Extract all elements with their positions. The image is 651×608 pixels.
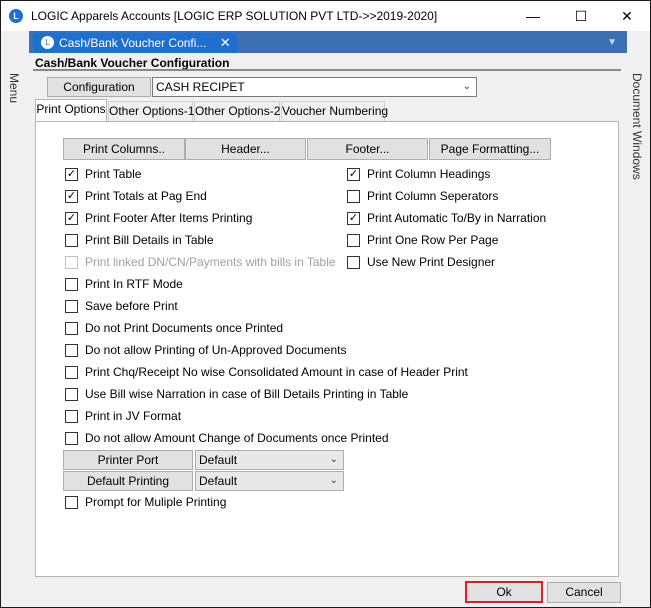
menu-label[interactable]: Menu: [7, 73, 21, 103]
checkbox[interactable]: [65, 322, 78, 335]
checkbox[interactable]: [65, 344, 78, 357]
chevron-down-icon: ⌄: [329, 475, 338, 486]
option-label: Save before Print: [85, 299, 178, 313]
ok-button[interactable]: Ok: [465, 581, 543, 603]
checkbox[interactable]: [65, 278, 78, 291]
chevron-down-icon: ⌄: [329, 454, 338, 465]
document-tab-label: Cash/Bank Voucher Confi...: [59, 36, 207, 50]
footer-button[interactable]: Footer...: [307, 138, 428, 160]
configuration-select[interactable]: CASH RECIPET ⌄: [152, 77, 477, 97]
window-title: LOGIC Apparels Accounts [LOGIC ERP SOLUT…: [31, 9, 438, 23]
app-logo-icon: L: [9, 9, 23, 23]
checkbox[interactable]: [347, 234, 360, 247]
option-label: Print in JV Format: [85, 409, 182, 423]
document-tab-bar: L Cash/Bank Voucher Confi... ✕ ▼: [29, 31, 627, 53]
checkbox[interactable]: [65, 300, 78, 313]
option-label: Use New Print Designer: [367, 255, 496, 269]
checkbox[interactable]: [65, 388, 78, 401]
option-label: Print Footer After Items Printing: [85, 211, 253, 225]
document-windows-label[interactable]: Document Windows: [630, 73, 644, 180]
default-printing-select[interactable]: Default ⌄: [195, 471, 344, 491]
option-label: Print Column Seperators: [367, 189, 499, 203]
tab-other-options-1[interactable]: Other Options-1: [108, 101, 194, 121]
checkbox[interactable]: ✓: [347, 168, 360, 181]
header-button[interactable]: Header...: [185, 138, 306, 160]
option-label: Print Table: [85, 167, 142, 181]
maximize-button[interactable]: ☐: [558, 1, 604, 31]
option-label: Print In RTF Mode: [85, 277, 183, 291]
document-windows-sidebar[interactable]: Document Windows: [628, 31, 650, 607]
voucher-config-dialog: Cash/Bank Voucher Configuration Configur…: [29, 53, 627, 607]
option-label: Print Column Headings: [367, 167, 491, 181]
option-label: Print Automatic To/By in Narration: [367, 211, 547, 225]
checkbox[interactable]: [65, 366, 78, 379]
page-title: Cash/Bank Voucher Configuration: [35, 56, 230, 70]
option-label: Print Bill Details in Table: [85, 233, 214, 247]
default-printing-label: Default Printing: [63, 471, 193, 491]
checkbox[interactable]: ✓: [347, 212, 360, 225]
printer-port-value: Default: [199, 453, 238, 467]
option-label: Do not allow Printing of Un-Approved Doc…: [85, 343, 347, 357]
chevron-down-icon: ⌄: [462, 81, 471, 92]
option-label: Use Bill wise Narration in case of Bill …: [85, 387, 409, 401]
title-divider: [33, 69, 621, 71]
default-printing-value: Default: [199, 474, 238, 488]
option-label: Do not allow Amount Change of Documents …: [85, 431, 389, 445]
document-tab[interactable]: L Cash/Bank Voucher Confi... ✕: [33, 33, 237, 53]
app-logo-icon: L: [41, 36, 54, 49]
menu-sidebar[interactable]: Menu: [1, 31, 29, 607]
title-bar: L LOGIC Apparels Accounts [LOGIC ERP SOL…: [1, 1, 650, 31]
tab-other-options-2[interactable]: Other Options-2: [194, 101, 280, 121]
print-options-panel: Print Columns.. Header... Footer... Page…: [35, 121, 619, 577]
option-label: Print Totals at Pag End: [85, 189, 207, 203]
page-formatting-button[interactable]: Page Formatting...: [429, 138, 551, 160]
option-label: Print linked DN/CN/Payments with bills i…: [85, 255, 336, 269]
tab-print-options[interactable]: Print Options: [35, 99, 107, 121]
tab-voucher-numbering[interactable]: Voucher Numbering: [281, 101, 388, 121]
cancel-button[interactable]: Cancel: [547, 582, 621, 603]
option-label: Prompt for Muliple Printing: [85, 495, 227, 509]
checkbox[interactable]: [65, 410, 78, 423]
checkbox[interactable]: [347, 256, 360, 269]
checkbox[interactable]: ✓: [65, 212, 78, 225]
close-icon[interactable]: ✕: [220, 35, 231, 50]
print-columns-button[interactable]: Print Columns..: [63, 138, 185, 160]
checkbox[interactable]: [65, 234, 78, 247]
close-button[interactable]: ✕: [604, 1, 650, 31]
checkbox[interactable]: [347, 190, 360, 203]
minimize-button[interactable]: —: [510, 1, 556, 31]
checkbox: [65, 256, 78, 269]
option-label: Do not Print Documents once Printed: [85, 321, 284, 335]
option-label: Print Chq/Receipt No wise Consolidated A…: [85, 365, 468, 379]
chevron-down-icon[interactable]: ▼: [607, 37, 617, 48]
checkbox[interactable]: [65, 496, 78, 509]
checkbox[interactable]: [65, 432, 78, 445]
option-label: Print One Row Per Page: [367, 233, 499, 247]
app-window: L LOGIC Apparels Accounts [LOGIC ERP SOL…: [0, 0, 651, 608]
configuration-value: CASH RECIPET: [156, 80, 245, 94]
configuration-button[interactable]: Configuration: [47, 77, 151, 97]
printer-port-select[interactable]: Default ⌄: [195, 450, 344, 470]
printer-port-label: Printer Port: [63, 450, 193, 470]
checkbox[interactable]: ✓: [65, 190, 78, 203]
checkbox[interactable]: ✓: [65, 168, 78, 181]
